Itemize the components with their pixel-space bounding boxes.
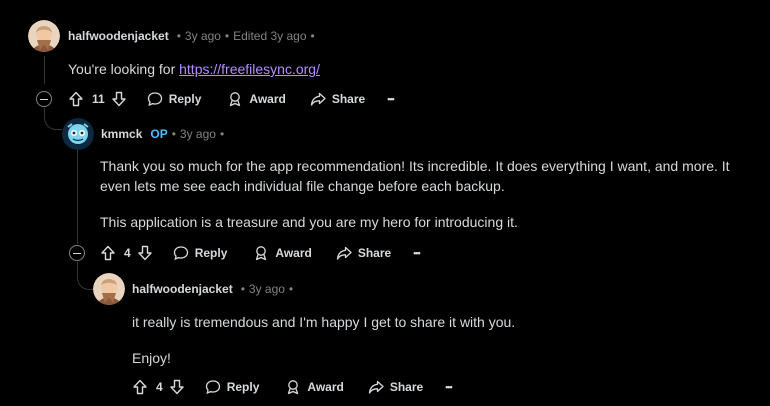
- meta-separator: •: [171, 127, 176, 141]
- award-icon: [288, 380, 299, 395]
- share-button[interactable]: Share: [310, 91, 365, 107]
- reply-button[interactable]: Reply: [147, 91, 202, 107]
- avatar[interactable]: [93, 273, 125, 305]
- upvote-button[interactable]: [68, 91, 84, 107]
- upvote-icon: [101, 245, 115, 261]
- comment-actions: 4 Reply Award Share •••: [100, 241, 421, 265]
- comment-meta: halfwoodenjacket • 3y ago • Edited 3y ag…: [68, 29, 319, 43]
- comment-author[interactable]: halfwoodenjacket: [68, 29, 169, 43]
- share-label: Share: [357, 246, 392, 260]
- reply-bubble-icon: [147, 92, 162, 107]
- user-avatar-icon: [62, 118, 94, 150]
- more-options-button[interactable]: •••: [445, 382, 453, 392]
- user-avatar-icon: [28, 20, 60, 52]
- collapse-icon: [40, 98, 48, 100]
- thread-line-level-1: [44, 56, 45, 84]
- avatar[interactable]: [28, 20, 60, 52]
- collapse-button[interactable]: [36, 91, 52, 107]
- downvote-button[interactable]: [111, 91, 127, 107]
- meta-separator: •: [176, 29, 181, 43]
- comment-author[interactable]: halfwoodenjacket: [132, 282, 233, 296]
- op-badge: OP: [150, 127, 168, 141]
- share-button[interactable]: Share: [336, 245, 391, 261]
- comment-link[interactable]: https://freefilesync.org/: [179, 61, 320, 77]
- collapse-icon: [73, 252, 81, 254]
- award-icon: [230, 92, 241, 107]
- comment-paragraph: Enjoy!: [132, 350, 171, 366]
- comment-timestamp[interactable]: 3y ago: [180, 127, 216, 141]
- comment-body: Thank you so much for the app recommenda…: [100, 156, 750, 232]
- vote-count: 11: [92, 92, 105, 106]
- comment-body: You're looking for https://freefilesync.…: [68, 59, 748, 79]
- award-label: Award: [275, 246, 312, 260]
- vote-count: 4: [156, 380, 163, 394]
- meta-separator: •: [240, 282, 245, 296]
- meta-separator: •: [219, 127, 225, 141]
- comment-timestamp[interactable]: 3y ago: [249, 282, 285, 296]
- edited-label: Edited 3y ago: [233, 29, 307, 43]
- reply-label: Reply: [168, 92, 202, 106]
- reply-label: Reply: [226, 380, 260, 394]
- reply-bubble-icon: [173, 246, 188, 261]
- comment-author[interactable]: kmmck: [101, 127, 142, 141]
- comment-meta: kmmck OP • 3y ago •: [101, 127, 228, 141]
- upvote-button[interactable]: [100, 245, 116, 261]
- comment-timestamp[interactable]: 3y ago: [185, 29, 221, 43]
- downvote-icon: [169, 379, 184, 395]
- award-icon: [256, 246, 267, 261]
- award-button[interactable]: Award: [253, 245, 312, 261]
- downvote-icon: [111, 91, 126, 107]
- comment-paragraph: it really is tremendous and I'm happy I …: [132, 314, 516, 330]
- comment-body: it really is tremendous and I'm happy I …: [132, 312, 752, 368]
- upvote-button[interactable]: [132, 379, 148, 395]
- upvote-icon: [69, 91, 83, 107]
- thread-connector-1: [44, 108, 62, 130]
- award-label: Award: [307, 380, 344, 394]
- more-icon: •••: [445, 382, 453, 392]
- comment-actions: 4 Reply Award Share •••: [132, 375, 453, 399]
- comment-paragraph: This application is a treasure and you a…: [100, 214, 518, 230]
- downvote-button[interactable]: [137, 245, 153, 261]
- award-button[interactable]: Award: [227, 91, 286, 107]
- comment-actions: 11 Reply Award Share •••: [68, 87, 395, 111]
- share-label: Share: [389, 380, 424, 394]
- comment-meta: halfwoodenjacket • 3y ago •: [132, 282, 297, 296]
- upvote-icon: [133, 379, 147, 395]
- collapse-button[interactable]: [69, 245, 85, 261]
- comment-paragraph: Thank you so much for the app recommenda…: [100, 158, 730, 194]
- user-avatar-icon: [93, 273, 125, 305]
- meta-separator: •: [224, 29, 230, 43]
- share-arrow-icon: [368, 380, 384, 394]
- reply-label: Reply: [194, 246, 228, 260]
- award-button[interactable]: Award: [285, 379, 344, 395]
- more-icon: •••: [387, 94, 395, 104]
- share-arrow-icon: [336, 246, 352, 260]
- downvote-icon: [137, 245, 152, 261]
- comment-body-text: You're looking for: [68, 61, 180, 77]
- meta-separator: •: [288, 282, 294, 296]
- more-options-button[interactable]: •••: [387, 94, 395, 104]
- share-arrow-icon: [310, 92, 326, 106]
- thread-connector-2: [77, 262, 94, 290]
- thread-line-level-2: [77, 150, 78, 244]
- reply-button[interactable]: Reply: [173, 245, 228, 261]
- reply-button[interactable]: Reply: [205, 379, 260, 395]
- share-button[interactable]: Share: [368, 379, 423, 395]
- downvote-button[interactable]: [169, 379, 185, 395]
- vote-count: 4: [124, 246, 131, 260]
- more-options-button[interactable]: •••: [413, 248, 421, 258]
- share-label: Share: [331, 92, 366, 106]
- reply-bubble-icon: [205, 380, 220, 395]
- award-label: Award: [249, 92, 286, 106]
- meta-separator: •: [310, 29, 315, 43]
- avatar[interactable]: [62, 118, 94, 150]
- more-icon: •••: [413, 248, 421, 258]
